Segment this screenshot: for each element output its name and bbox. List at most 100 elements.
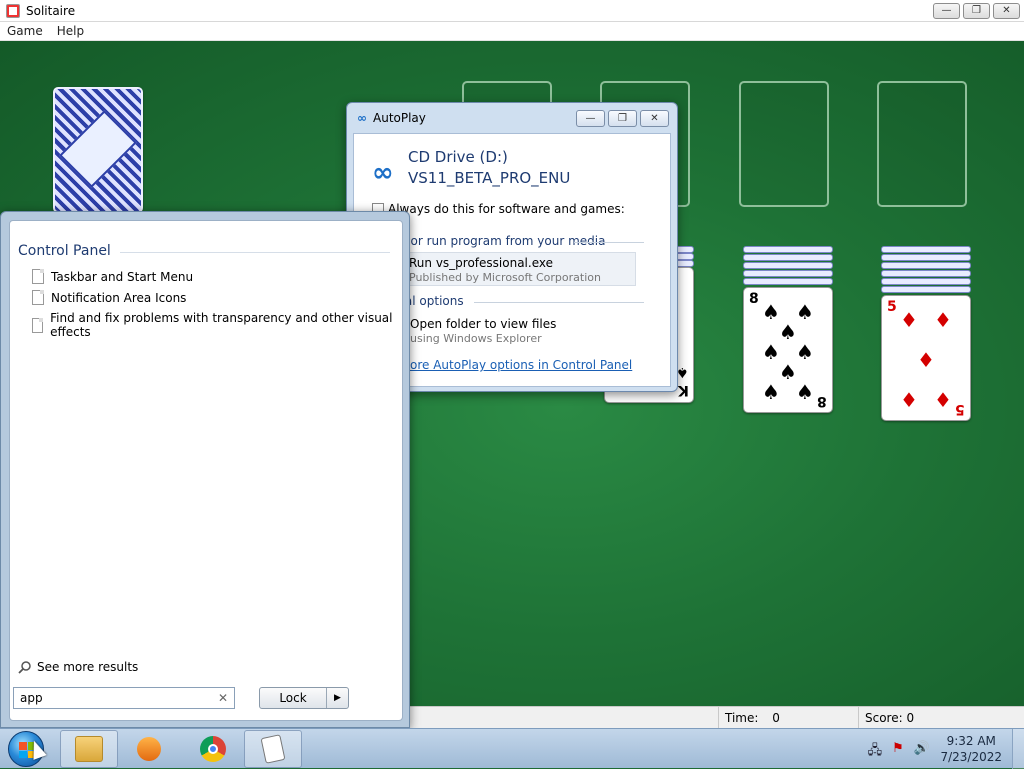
stock-pile[interactable]: [53, 87, 143, 213]
face-down-card: [881, 286, 971, 293]
results-category[interactable]: Control Panel: [18, 243, 111, 259]
time-display: Time: 0: [718, 707, 858, 729]
taskbar-solitaire[interactable]: [244, 730, 302, 768]
playing-card-eight-spades[interactable]: 8 8 ♠ ♠ ♠ ♠ ♠ ♠ ♠ ♠: [743, 287, 833, 413]
result-label: Taskbar and Start Menu: [51, 269, 194, 284]
result-fix-transparency[interactable]: Find and fix problems with transparency …: [32, 311, 402, 339]
dialog-close-button[interactable]: ✕: [640, 110, 669, 127]
install-section-header: ll or run program from your media: [400, 234, 606, 248]
result-taskbar-start-menu[interactable]: Taskbar and Start Menu: [32, 269, 193, 284]
score-display: Score: 0: [858, 707, 1024, 729]
divider: [574, 242, 644, 243]
lock-button[interactable]: Lock ▶: [259, 687, 349, 709]
solitaire-icon: [260, 734, 286, 764]
more-autoplay-options-link[interactable]: ore AutoPlay options in Control Panel: [410, 358, 632, 372]
run-program-option[interactable]: Run vs_professional.exe Published by Mic…: [404, 252, 636, 286]
volume-icon[interactable]: 🔊: [914, 741, 930, 763]
taskbar-windows-explorer[interactable]: [60, 730, 118, 768]
card-rank: K: [678, 382, 689, 398]
restore-button[interactable]: ❐: [963, 3, 990, 19]
shutdown-options-arrow-icon[interactable]: ▶: [326, 688, 348, 708]
open-folder-label: Open folder to view files: [410, 317, 557, 331]
card-suit: ♠: [796, 380, 814, 404]
card-rank: 5: [955, 401, 965, 417]
divider: [474, 302, 644, 303]
score-value: 0: [906, 711, 915, 725]
result-notification-area-icons[interactable]: Notification Area Icons: [32, 290, 186, 305]
foundation-slot[interactable]: [739, 81, 829, 207]
see-more-results[interactable]: See more results: [18, 660, 138, 674]
taskbar-clock[interactable]: 9:32 AM 7/23/2022: [940, 733, 1002, 765]
drive-name: CD Drive (D:): [408, 148, 508, 166]
face-down-card: [881, 262, 971, 269]
card-suit: ♠: [796, 300, 814, 324]
card-suit: ♠: [796, 340, 814, 364]
face-down-card: [881, 278, 971, 285]
control-panel-item-icon: [32, 269, 44, 284]
always-do-this-option[interactable]: Always do this for software and games:: [372, 202, 625, 216]
chrome-icon: [200, 736, 226, 762]
start-search-input[interactable]: [18, 690, 208, 706]
control-panel-item-icon: [32, 290, 44, 305]
run-option-publisher: Published by Microsoft Corporation: [409, 271, 601, 284]
card-rank: 8: [817, 393, 827, 409]
see-more-label: See more results: [37, 660, 139, 674]
card-suit: ♠: [762, 380, 780, 404]
menubar: Game Help: [0, 22, 1024, 41]
solitaire-titlebar: Solitaire — ❐ ✕: [0, 0, 1024, 22]
clear-search-icon[interactable]: ✕: [218, 691, 228, 705]
media-player-icon: [137, 737, 161, 761]
show-desktop-button[interactable]: [1012, 729, 1024, 769]
taskbar-media-player[interactable]: [120, 730, 178, 768]
time-label: Time:: [725, 711, 759, 725]
control-panel-item-icon: [32, 317, 44, 333]
score-label: Score:: [865, 711, 903, 725]
playing-card-five-diamonds[interactable]: 5 5 ♦ ♦ ♦ ♦ ♦: [881, 295, 971, 421]
minimize-button[interactable]: —: [933, 3, 960, 19]
start-menu: Control Panel Taskbar and Start Menu Not…: [0, 211, 410, 728]
dialog-title: AutoPlay: [373, 111, 426, 125]
card-suit: ♦: [900, 388, 918, 412]
card-suit: ♠: [779, 320, 797, 344]
card-suit: ♦: [917, 348, 935, 372]
open-folder-sub: using Windows Explorer: [410, 332, 542, 345]
search-results-panel: Control Panel Taskbar and Start Menu Not…: [9, 220, 403, 721]
card-suit: ♠: [762, 300, 780, 324]
card-suit: ♠: [676, 364, 689, 380]
face-down-card: [743, 254, 833, 261]
menu-help[interactable]: Help: [50, 24, 91, 38]
taskbar: 🖧 ⚑ 🔊 9:32 AM 7/23/2022: [0, 728, 1024, 769]
face-down-card: [743, 270, 833, 277]
divider: [120, 252, 390, 253]
dialog-restore-button[interactable]: ❐: [608, 110, 637, 127]
clock-time: 9:32 AM: [946, 734, 996, 748]
result-label: Notification Area Icons: [51, 290, 187, 305]
menu-game[interactable]: Game: [0, 24, 50, 38]
lock-label: Lock: [279, 691, 307, 705]
action-center-flag-icon[interactable]: ⚑: [892, 741, 904, 763]
dialog-minimize-button[interactable]: —: [576, 110, 605, 127]
network-icon[interactable]: 🖧: [868, 741, 883, 763]
face-down-card: [881, 270, 971, 277]
card-suit: ♦: [900, 308, 918, 332]
taskbar-chrome[interactable]: [184, 730, 242, 768]
autoplay-icon: ∞: [357, 111, 367, 125]
close-button[interactable]: ✕: [993, 3, 1020, 19]
folder-icon: [75, 736, 103, 762]
face-down-card: [743, 278, 833, 285]
foundation-slot[interactable]: [877, 81, 967, 207]
card-back-pattern: [59, 110, 137, 188]
card-suit: ♠: [762, 340, 780, 364]
card-suit: ♠: [779, 360, 797, 384]
system-tray: 🖧 ⚑ 🔊: [868, 741, 930, 763]
face-down-card: [881, 246, 971, 253]
cd-drive-icon: ∞: [372, 158, 394, 188]
drive-label: VS11_BETA_PRO_ENU: [408, 169, 571, 187]
start-search-box[interactable]: ✕: [13, 687, 235, 709]
window-title: Solitaire: [26, 3, 76, 18]
search-icon: [18, 661, 31, 674]
time-value: 0: [772, 711, 780, 725]
run-option-label: Run vs_professional.exe: [409, 256, 553, 270]
clock-date: 7/23/2022: [940, 750, 1002, 764]
face-down-card: [743, 246, 833, 253]
